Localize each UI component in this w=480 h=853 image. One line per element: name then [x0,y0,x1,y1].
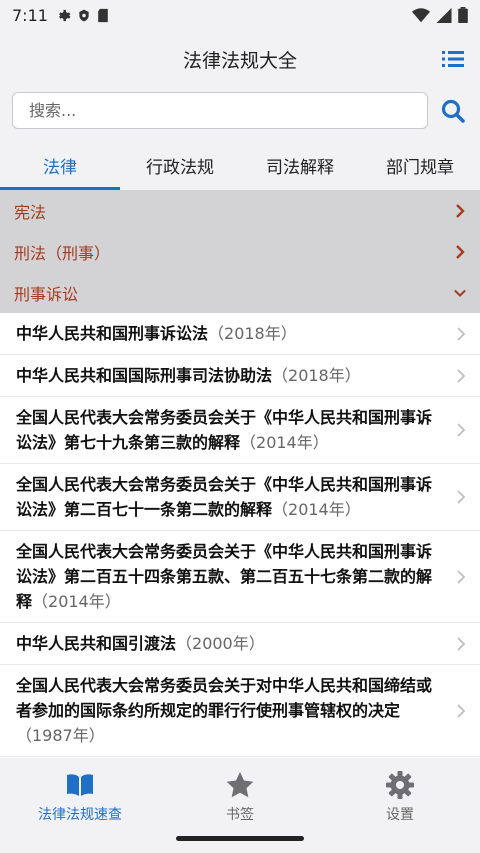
settings-status-icon [59,9,71,21]
star-icon [226,772,254,798]
search-icon[interactable] [440,98,466,124]
tab-administrative-regulations[interactable]: 行政法规 [120,140,240,190]
law-list-item[interactable]: 全国人民代表大会常务委员会关于《中华人民共和国刑事诉讼法》第七十九条第三款的解释… [0,397,480,464]
law-list-item[interactable]: 全国人民代表大会常务委员会关于《中华人民共和国刑事诉讼法》第二百五十四条第五款、… [0,531,480,623]
chevron-right-icon [457,368,466,383]
nav-law-lookup[interactable]: 法律法规速查 [0,770,160,830]
law-year: （2018年） [272,366,361,385]
category-constitution[interactable]: 宪法 [0,190,480,231]
category-label: 宪法 [14,202,47,222]
category-label: 刑事诉讼 [14,284,79,304]
law-year: （2000年） [176,634,265,653]
chevron-right-icon [456,203,465,218]
list-menu-icon[interactable] [442,48,464,70]
chevron-right-icon [457,569,466,584]
law-year: （2014年） [240,433,329,452]
law-list: 宪法 刑法（刑事） 刑事诉讼 中华人民共和国刑事诉讼法（2018年） 中华人民共… [0,190,480,758]
chevron-right-icon [457,703,466,718]
app-header: 法律法规大全 [0,30,480,88]
app-title: 法律法规大全 [182,49,297,72]
category-criminal-procedure[interactable]: 刑事诉讼 [0,272,480,313]
chevron-right-icon [457,423,466,437]
search-row [0,92,480,130]
category-label: 刑法（刑事） [14,243,111,263]
home-indicator [176,836,304,841]
chevron-right-icon [457,326,466,341]
status-bar: 7:11 [0,0,480,30]
nav-label: 设置 [386,807,414,823]
tab-bar: 法律 行政法规 司法解释 部门规章 [0,140,480,190]
law-year: （2014年） [272,500,361,519]
law-title: 中华人民共和国国际刑事司法协助法 [16,366,273,385]
law-list-item[interactable]: 全国人民代表大会常务委员会关于《中华人民共和国刑事诉讼法》第二百七十一条第二款的… [0,464,480,531]
law-list-item[interactable]: 全国人民代表大会常务委员会关于对中华人民共和国缔结或者参加的国际条约所规定的罪行… [0,665,480,757]
chevron-right-icon [457,636,466,651]
law-title: 中华人民共和国引渡法 [16,634,177,653]
battery-icon [458,7,468,23]
chevron-right-icon [457,490,466,504]
law-title: 中华人民共和国刑事诉讼法 [16,324,209,343]
cell-signal-icon [436,7,452,23]
status-time: 7:11 [12,5,48,25]
law-list-item[interactable]: 中华人民共和国刑事诉讼法（2018年） [0,313,480,355]
wifi-icon [412,7,430,22]
book-icon [67,774,93,796]
law-title: 全国人民代表大会常务委员会关于《中华人民共和国刑事诉讼法》第二百七十一条第二款的… [16,475,433,519]
shield-status-icon [79,9,89,21]
gear-icon [386,771,414,799]
chevron-down-icon [454,289,466,297]
nav-settings[interactable]: 设置 [320,770,480,830]
sd-card-status-icon [98,8,108,22]
category-criminal-law[interactable]: 刑法（刑事） [0,231,480,272]
law-title: 全国人民代表大会常务委员会关于《中华人民共和国刑事诉讼法》第七十九条第三款的解释 [16,408,433,452]
tab-laws[interactable]: 法律 [0,140,120,190]
nav-label: 法律法规速查 [38,807,122,823]
law-year: （2018年） [208,324,297,343]
tab-departmental-rules[interactable]: 部门规章 [360,140,480,190]
tab-judicial-interpretations[interactable]: 司法解释 [240,140,360,190]
law-year: （1987年） [16,726,105,745]
law-list-item[interactable]: 中华人民共和国国际刑事司法协助法（2018年） [0,355,480,397]
nav-bookmarks[interactable]: 书签 [160,770,320,830]
chevron-right-icon [456,244,465,259]
law-year: （2014年） [32,592,121,611]
law-title: 全国人民代表大会常务委员会关于对中华人民共和国缔结或者参加的国际条约所规定的罪行… [16,676,433,720]
search-input[interactable] [12,92,428,129]
nav-label: 书签 [226,807,254,823]
law-list-item[interactable]: 中华人民共和国引渡法（2000年） [0,623,480,665]
